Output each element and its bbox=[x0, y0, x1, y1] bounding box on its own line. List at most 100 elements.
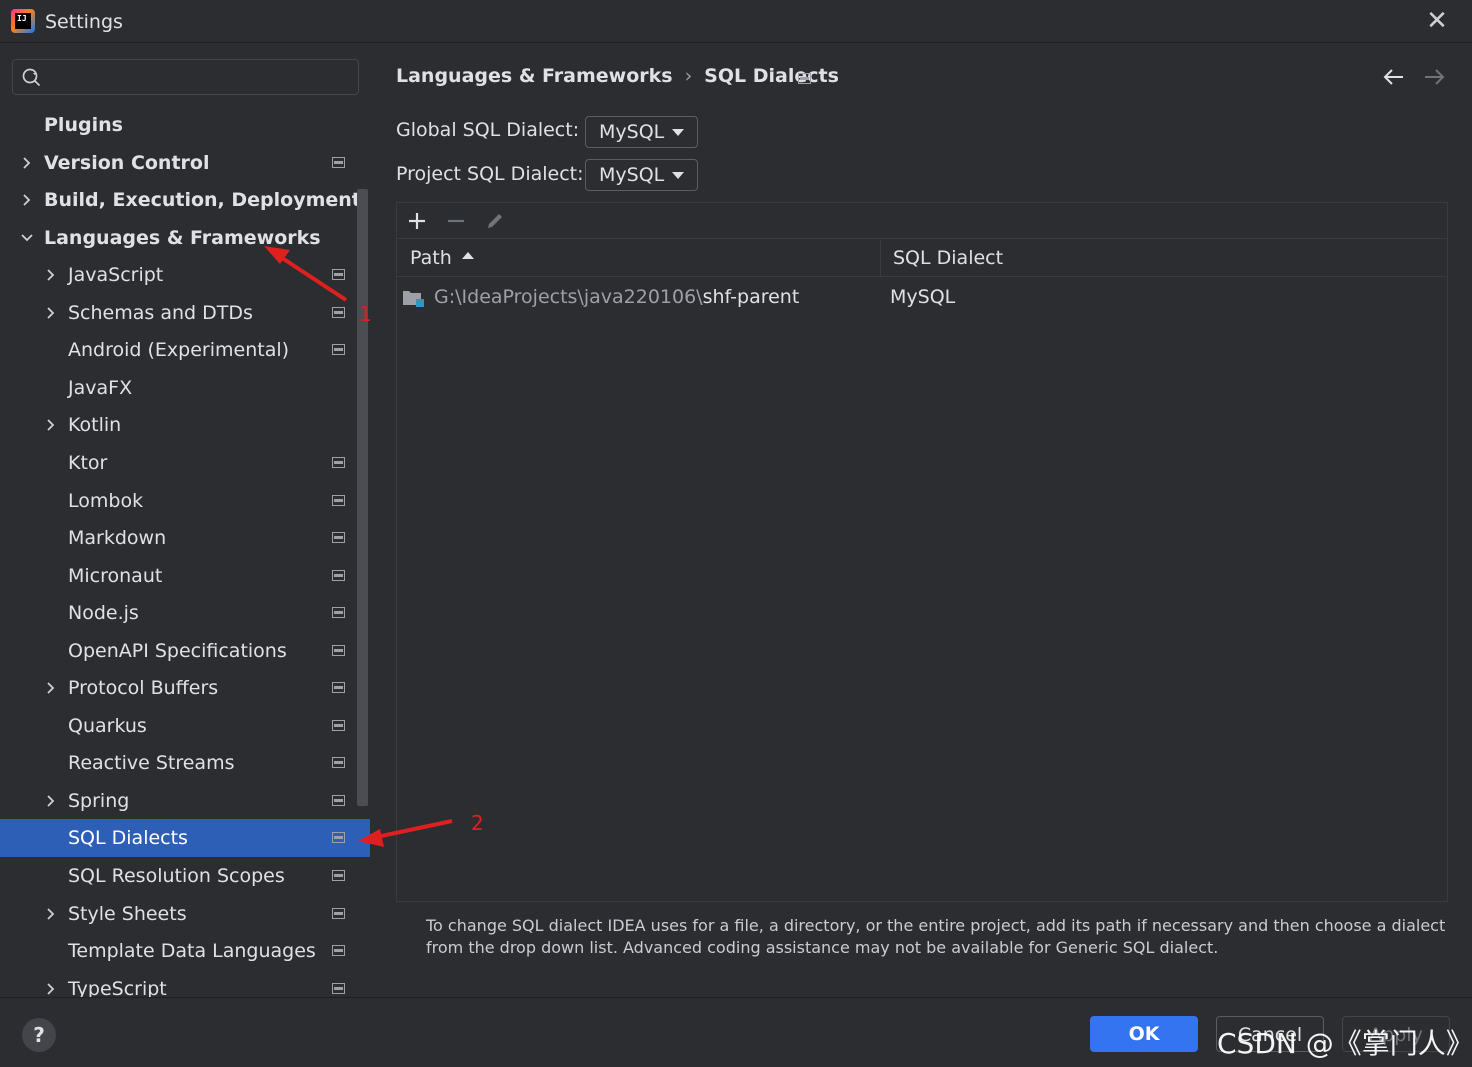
ok-button[interactable]: OK bbox=[1090, 1016, 1198, 1052]
breadcrumb-parent[interactable]: Languages & Frameworks bbox=[396, 65, 673, 87]
chevron-down-icon[interactable] bbox=[20, 219, 34, 257]
forward-arrow-icon[interactable] bbox=[1421, 64, 1447, 90]
sql-dialect-column-header[interactable]: SQL Dialect bbox=[893, 240, 1003, 277]
sidebar-item[interactable]: SQL Dialects bbox=[0, 819, 370, 857]
sidebar-item[interactable]: Kotlin bbox=[0, 406, 370, 444]
sidebar-item-label: Style Sheets bbox=[68, 903, 187, 925]
help-description: To change SQL dialect IDEA uses for a fi… bbox=[426, 916, 1446, 957]
chevron-right-icon[interactable] bbox=[44, 256, 58, 294]
sidebar-item-label: Markdown bbox=[68, 527, 167, 549]
sidebar-item[interactable]: JavaScript bbox=[0, 256, 370, 294]
sort-ascending-icon bbox=[461, 252, 474, 259]
chevron-right-icon[interactable] bbox=[44, 782, 58, 820]
chevron-right-icon[interactable] bbox=[44, 406, 58, 444]
sidebar-item[interactable]: Markdown bbox=[0, 519, 370, 557]
sidebar-item[interactable]: Schemas and DTDs bbox=[0, 294, 370, 332]
dialog-footer: ? OK Cancel Apply CSDN @《掌门人》 bbox=[0, 997, 1472, 1067]
sidebar-item[interactable]: Reactive Streams bbox=[0, 744, 370, 782]
global-dialect-label: Global SQL Dialect: bbox=[396, 119, 580, 141]
chevron-right-icon[interactable] bbox=[44, 294, 58, 332]
dialect-cell[interactable]: MySQL bbox=[890, 278, 955, 316]
sidebar-item-label: Quarkus bbox=[68, 715, 147, 737]
sidebar-item[interactable]: Plugins bbox=[0, 106, 370, 144]
sql-dialect-column-label: SQL Dialect bbox=[893, 247, 1004, 269]
sidebar-item[interactable]: Node.js bbox=[0, 594, 370, 632]
project-level-icon bbox=[332, 983, 345, 994]
breadcrumb-separator: › bbox=[684, 64, 693, 87]
sidebar-item-label: Build, Execution, Deployment bbox=[44, 189, 361, 211]
sidebar-item[interactable]: Quarkus bbox=[0, 707, 370, 745]
remove-icon[interactable] bbox=[444, 209, 468, 233]
project-level-icon bbox=[798, 73, 811, 84]
dialect-mappings-panel: Path SQL Dialect G:\IdeaProjects\java220… bbox=[396, 202, 1448, 902]
chevron-right-icon[interactable] bbox=[44, 895, 58, 933]
sidebar-item-label: OpenAPI Specifications bbox=[68, 640, 287, 662]
sidebar-item[interactable]: Spring bbox=[0, 782, 370, 820]
sidebar-item[interactable]: JavaFX bbox=[0, 369, 370, 407]
sidebar-item-label: Ktor bbox=[68, 452, 108, 474]
sidebar-item[interactable]: Style Sheets bbox=[0, 895, 370, 933]
sidebar-item[interactable]: Micronaut bbox=[0, 557, 370, 595]
chevron-right-icon[interactable] bbox=[20, 181, 34, 219]
settings-sidebar: Plugins Version Control Build, Execution, … bbox=[0, 44, 371, 997]
path-prefix: G:\IdeaProjects\java220106\ bbox=[434, 286, 703, 308]
sidebar-item-label: Kotlin bbox=[68, 414, 122, 436]
sidebar-scrollbar[interactable] bbox=[357, 189, 368, 806]
sidebar-item[interactable]: Template Data Languages bbox=[0, 932, 370, 970]
sidebar-item[interactable]: Version Control bbox=[0, 144, 370, 182]
path-name: shf-parent bbox=[702, 286, 800, 308]
global-dialect-select[interactable]: MySQL bbox=[585, 116, 698, 148]
project-level-icon bbox=[332, 870, 345, 881]
annotation-number-2: 2 bbox=[471, 811, 484, 835]
intellij-app-icon: IJ bbox=[11, 9, 35, 33]
window-title: Settings bbox=[45, 11, 123, 33]
module-folder-icon bbox=[403, 291, 424, 307]
sidebar-item-label: Spring bbox=[68, 790, 130, 812]
sidebar-item[interactable]: Build, Execution, Deployment bbox=[0, 181, 370, 219]
help-button[interactable]: ? bbox=[22, 1018, 56, 1052]
breadcrumb-current: SQL Dialects bbox=[704, 64, 839, 87]
sidebar-item-label: Protocol Buffers bbox=[68, 677, 219, 699]
sidebar-item[interactable]: TypeScript bbox=[0, 970, 370, 997]
sidebar-item[interactable]: Languages & Frameworks bbox=[0, 219, 370, 257]
sidebar-item-label: Android (Experimental) bbox=[68, 339, 290, 361]
add-icon[interactable] bbox=[405, 209, 429, 233]
sidebar-item-label: Lombok bbox=[68, 490, 144, 512]
project-level-icon bbox=[332, 269, 345, 280]
sidebar-item[interactable]: Protocol Buffers bbox=[0, 669, 370, 707]
project-level-icon bbox=[332, 495, 345, 506]
table-header: Path SQL Dialect bbox=[397, 240, 1447, 277]
cancel-button[interactable]: Cancel bbox=[1216, 1016, 1324, 1052]
sidebar-item-label: JavaFX bbox=[68, 377, 133, 399]
project-level-icon bbox=[332, 945, 345, 956]
project-level-icon bbox=[332, 908, 345, 919]
sidebar-item[interactable]: Lombok bbox=[0, 482, 370, 520]
project-level-icon bbox=[332, 570, 345, 581]
chevron-right-icon[interactable] bbox=[44, 970, 58, 997]
back-arrow-icon[interactable] bbox=[1381, 64, 1407, 90]
search-icon bbox=[22, 68, 41, 87]
apply-button[interactable]: Apply bbox=[1342, 1016, 1450, 1052]
table-row[interactable]: G:\IdeaProjects\java220106\shf-parent My… bbox=[397, 278, 1447, 316]
column-divider[interactable] bbox=[880, 240, 881, 277]
chevron-right-icon[interactable] bbox=[44, 669, 58, 707]
project-dialect-value: MySQL bbox=[599, 164, 665, 186]
project-level-icon bbox=[332, 307, 345, 318]
sidebar-item[interactable]: SQL Resolution Scopes bbox=[0, 857, 370, 895]
chevron-down-icon bbox=[672, 172, 684, 179]
settings-search-input[interactable] bbox=[12, 59, 359, 95]
sidebar-item-label: TypeScript bbox=[68, 978, 167, 997]
path-column-header[interactable]: Path bbox=[410, 240, 474, 277]
main-panel: Languages & Frameworks › SQL Dialects Glob… bbox=[371, 44, 1472, 997]
sidebar-item[interactable]: Android (Experimental) bbox=[0, 331, 370, 369]
sidebar-item[interactable]: Ktor bbox=[0, 444, 370, 482]
chevron-right-icon[interactable] bbox=[20, 144, 34, 182]
sidebar-item[interactable]: OpenAPI Specifications bbox=[0, 632, 370, 670]
project-dialect-select[interactable]: MySQL bbox=[585, 159, 698, 191]
project-level-icon bbox=[332, 532, 345, 543]
edit-icon[interactable] bbox=[483, 209, 507, 233]
sidebar-item-label: Micronaut bbox=[68, 565, 163, 587]
close-icon[interactable]: ✕ bbox=[1424, 8, 1450, 34]
project-level-icon bbox=[332, 344, 345, 355]
sidebar-item-label: Schemas and DTDs bbox=[68, 302, 253, 324]
